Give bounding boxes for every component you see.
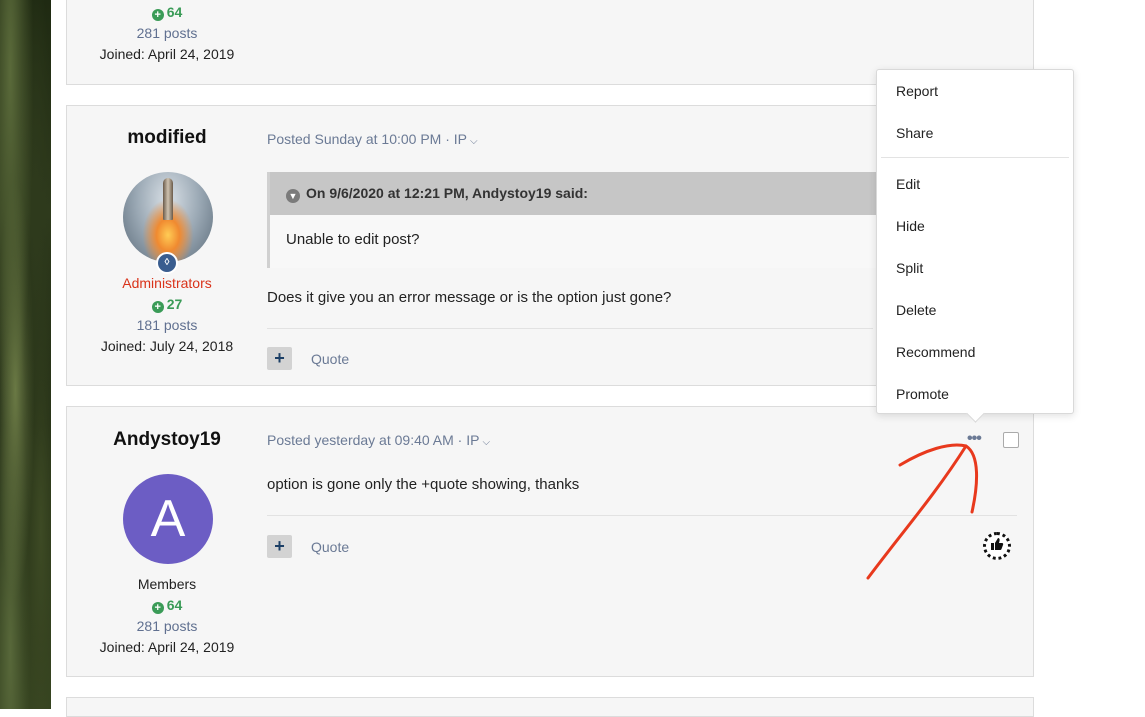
post-content: Does it give you an error message or is … [267,289,672,306]
joined-date: Joined: April 24, 2019 [99,46,235,62]
menu-item-split[interactable]: Split [896,260,923,276]
reputation-badge: +27 [67,296,267,317]
menu-item-share[interactable]: Share [896,125,933,141]
post-date-link[interactable]: Posted yesterday at 09:40 AM [267,432,454,448]
quote-button[interactable]: Quote [311,351,349,367]
background-photo-strip [0,0,51,709]
shield-icon: ◊ [156,252,178,274]
plus-circle-icon: + [151,301,164,313]
menu-item-hide[interactable]: Hide [896,218,925,234]
author-name[interactable]: Andystoy19 [67,429,267,451]
plus-circle-icon: + [151,9,164,21]
joined-date: Joined: April 24, 2019 [99,639,235,655]
user-group: Administrators [122,275,212,291]
post-meta: Posted Sunday at 10:00 PM · IP ⌵ [267,131,478,147]
menu-divider [881,157,1069,158]
post-count[interactable]: 281 posts [67,25,267,46]
post-date-link[interactable]: Posted Sunday at 10:00 PM [267,131,441,147]
plus-circle-icon: + [151,602,164,614]
quote-block: ▼ On 9/6/2020 at 12:21 PM, Andystoy19 sai… [267,172,895,268]
reputation-badge: +64 [67,597,267,618]
select-post-checkbox[interactable] [1003,432,1019,448]
divider [267,515,1017,516]
user-group: Members [137,576,197,592]
divider [267,328,873,329]
avatar[interactable] [123,172,213,262]
avatar[interactable]: A [123,474,213,564]
reputation-badge: +64 [67,4,267,25]
quote-citation[interactable]: ▼ On 9/6/2020 at 12:21 PM, Andystoy19 sai… [270,172,895,215]
quote-content: Unable to edit post? [286,231,420,248]
quote-button[interactable]: Quote [311,539,349,555]
more-options-icon[interactable]: ••• [967,430,982,448]
menu-item-promote[interactable]: Promote [896,386,949,402]
author-stats: Members +64 281 posts Joined: April 24, … [67,576,267,660]
post-count[interactable]: 181 posts [67,317,267,338]
ip-link[interactable]: · IP ⌵ [445,131,477,147]
author-stats: Administrators +27 181 posts Joined: Jul… [67,275,267,359]
post-andystoy19: Andystoy19 A Members +64 281 posts Joine… [66,406,1034,677]
multiquote-button[interactable]: + [267,347,292,370]
author-info: modified [67,127,267,149]
chevron-down-icon: ⌵ [470,136,478,147]
ip-link[interactable]: · IP ⌵ [458,432,490,448]
menu-item-recommend[interactable]: Recommend [896,344,975,360]
menu-item-edit[interactable]: Edit [896,176,920,192]
post-count[interactable]: 281 posts [67,618,267,639]
chevron-down-icon: ⌵ [482,437,491,448]
post-content: option is gone only the +quote showing, … [267,476,580,493]
rocket-image [163,178,173,220]
post-options-menu: Report Share Edit Hide Split Delete Reco… [876,69,1074,423]
thumbs-up-icon[interactable] [983,532,1011,560]
menu-item-delete[interactable]: Delete [896,302,936,318]
joined-date: Joined: July 24, 2018 [100,338,234,354]
author-name[interactable]: modified [67,127,267,149]
author-info: Andystoy19 [67,429,267,451]
chevron-down-icon[interactable]: ▼ [286,189,300,203]
thumbs-up-glyph [991,538,1004,550]
multiquote-button[interactable]: + [267,535,292,558]
author-info: +64 281 posts Joined: April 24, 2019 [67,4,267,67]
post-meta: Posted yesterday at 09:40 AM · IP ⌵ [267,432,490,448]
menu-item-report[interactable]: Report [896,83,938,99]
post-next [66,697,1034,717]
